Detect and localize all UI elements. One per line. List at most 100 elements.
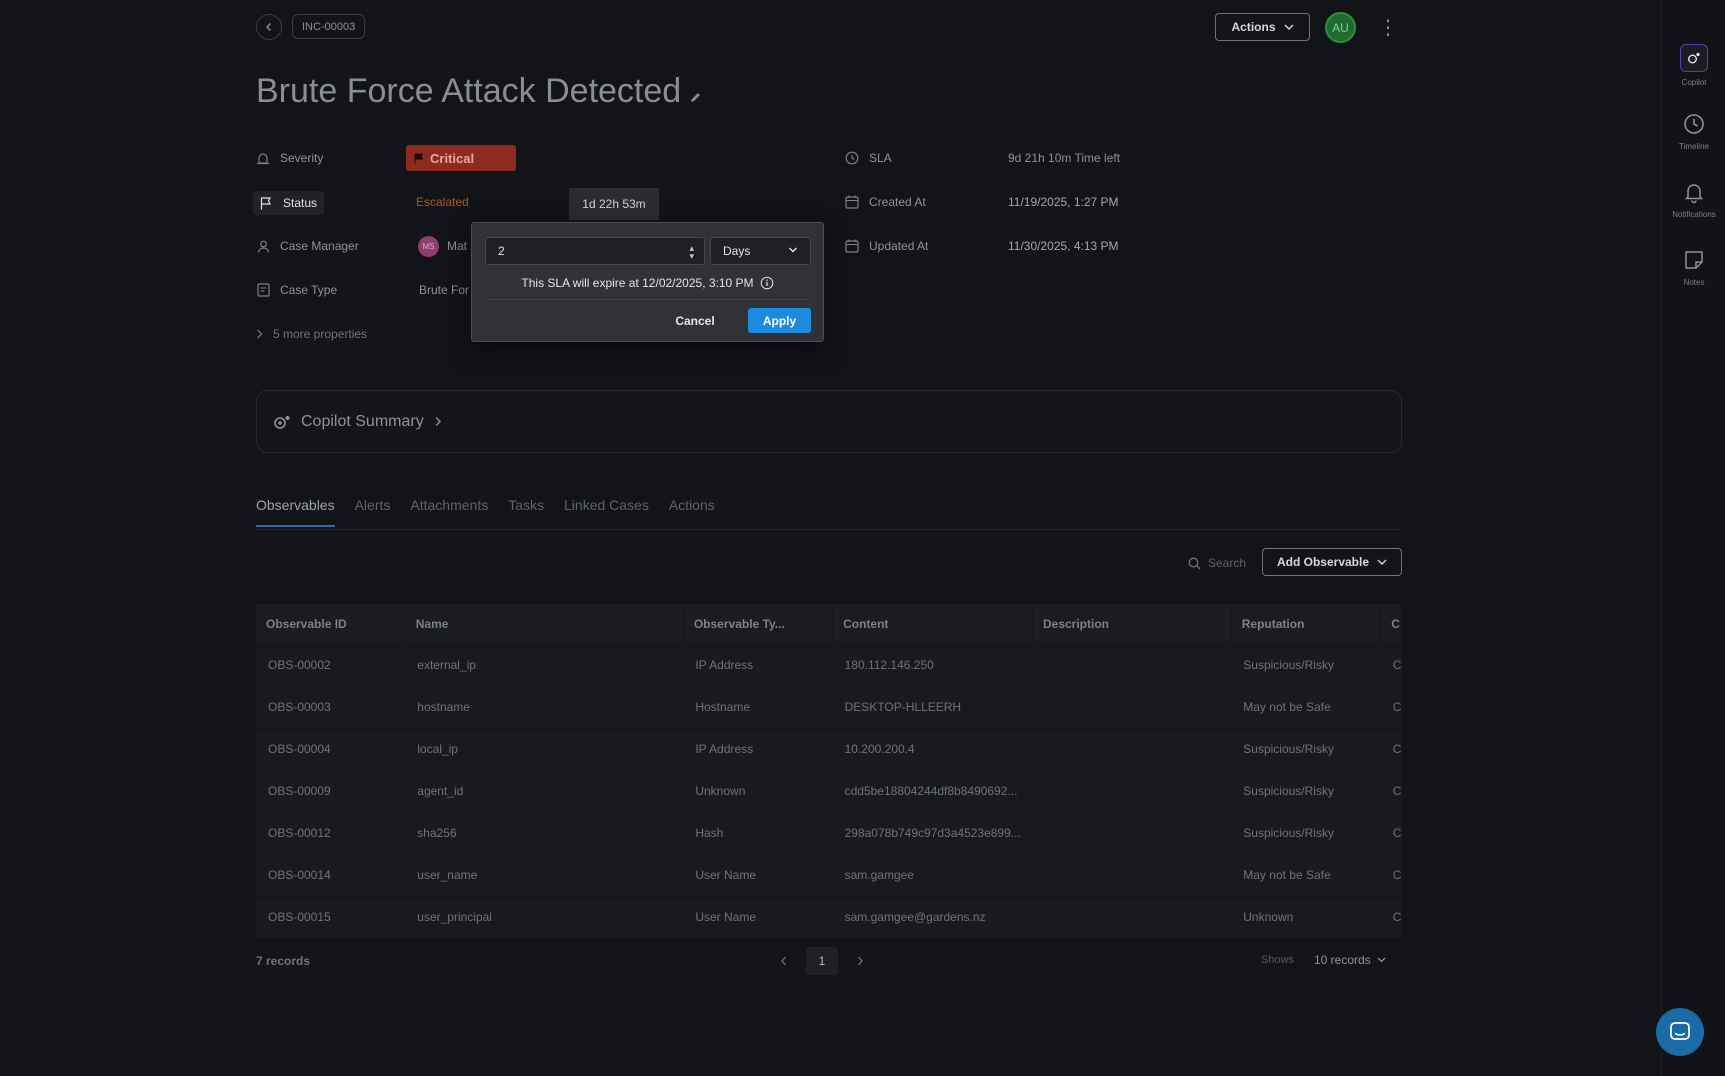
severity-badge[interactable]: Critical <box>406 145 516 171</box>
column-header[interactable]: Reputation <box>1231 604 1382 644</box>
table-row[interactable]: OBS-00002 external_ip IP Address 180.112.14… <box>256 643 1402 686</box>
cancel-button[interactable]: Cancel <box>672 308 718 334</box>
content-cell: 180.112.146.250 <box>832 643 1033 686</box>
table-row[interactable]: OBS-00004 local_ip IP Address 10.200.200.4 S… <box>256 727 1402 770</box>
chevron-right-icon <box>435 417 441 426</box>
document-icon <box>256 283 270 297</box>
main-content: INC-00003 Actions AU ⋮ Brute Force Attac… <box>0 0 1661 1076</box>
updated-at-label-text: Updated At <box>869 239 929 253</box>
observable-type-cell: Unknown <box>683 769 833 812</box>
updated-at-label: Updated At <box>845 239 928 253</box>
search-input[interactable]: Search <box>1188 556 1246 570</box>
sidebar-item-label: Notifications <box>1672 210 1716 219</box>
observable-id-cell: OBS-00014 <box>256 853 406 896</box>
more-menu-icon[interactable]: ⋮ <box>1378 14 1398 40</box>
observable-type-cell: User Name <box>683 853 833 896</box>
column-header[interactable]: Content <box>832 604 1033 644</box>
tab-linked-cases[interactable]: Linked Cases <box>564 497 649 527</box>
records-count: 7 records <box>256 954 311 968</box>
description-cell <box>1032 685 1232 728</box>
flag-outline-icon <box>259 196 273 210</box>
overflow-cell: C <box>1380 643 1402 686</box>
actions-button[interactable]: Actions <box>1215 13 1310 41</box>
actions-button-label: Actions <box>1231 20 1276 34</box>
column-header[interactable]: Name <box>405 604 684 644</box>
sidebar-item-label: Notes <box>1683 278 1705 287</box>
info-icon[interactable] <box>760 276 774 290</box>
column-header[interactable]: C <box>1380 604 1402 644</box>
case-type-label-text: Case Type <box>280 283 338 297</box>
clock-icon <box>845 151 859 165</box>
table-row[interactable]: OBS-00003 hostname Hostname DESKTOP-HLLEERH… <box>256 685 1402 728</box>
sidebar-item-timeline[interactable]: Timeline <box>1662 112 1725 151</box>
more-properties-label: 5 more properties <box>273 327 368 341</box>
observables-table: Observable ID Name Observable Ty... Cont… <box>256 604 1402 938</box>
column-header[interactable]: Description <box>1032 604 1232 644</box>
user-avatar[interactable]: AU <box>1325 12 1356 43</box>
page-button-current[interactable]: 1 <box>806 947 838 975</box>
overflow-cell: C <box>1380 769 1402 812</box>
reputation-cell: May not be Safe <box>1231 685 1381 728</box>
tab-alerts[interactable]: Alerts <box>355 497 391 527</box>
created-at-value: 11/19/2025, 1:27 PM <box>1008 195 1119 209</box>
table-row[interactable]: OBS-00014 user_name User Name sam.gamgee May… <box>256 853 1402 896</box>
copilot-summary-card[interactable]: Copilot Summary <box>256 390 1402 453</box>
next-page-icon[interactable] <box>856 956 864 966</box>
column-header[interactable]: Observable ID <box>256 604 406 644</box>
sla-value[interactable]: 9d 21h 10m Time left <box>1008 151 1120 165</box>
chevron-down-icon <box>1377 559 1387 565</box>
content-cell: sam.gamgee <box>832 853 1033 896</box>
table-row[interactable]: OBS-00015 user_principal User Name sam.gamg… <box>256 895 1402 938</box>
observable-id-cell: OBS-00012 <box>256 811 406 854</box>
table-row[interactable]: OBS-00012 sha256 Hash 298a078b749c97d3a4523… <box>256 811 1402 854</box>
chat-launcher-button[interactable] <box>1656 1008 1704 1056</box>
case-type-value[interactable]: Brute For <box>419 283 469 297</box>
sla-edit-popover: 2 ▴ ▾ Days This SLA will expire at 12/02/… <box>471 222 824 342</box>
apply-button[interactable]: Apply <box>748 308 811 333</box>
case-manager-label-text: Case Manager <box>280 239 359 253</box>
sidebar-item-copilot[interactable]: Copilot <box>1662 44 1725 87</box>
case-id-chip[interactable]: INC-00003 <box>292 14 366 39</box>
name-cell: user_name <box>405 853 684 896</box>
sla-unit-select[interactable]: Days <box>710 237 811 265</box>
case-manager-name[interactable]: Mat <box>447 239 467 253</box>
severity-value: Critical <box>430 150 475 166</box>
observable-id-cell: OBS-00004 <box>256 727 406 770</box>
sla-amount-input[interactable]: 2 ▴ ▾ <box>485 237 705 265</box>
prev-page-icon[interactable] <box>780 956 788 966</box>
more-properties-toggle[interactable]: 5 more properties <box>256 327 367 341</box>
created-at-label-text: Created At <box>869 195 926 209</box>
sidebar-item-label: Copilot <box>1681 78 1707 87</box>
add-observable-button[interactable]: Add Observable <box>1262 548 1402 576</box>
sidebar-item-label: Timeline <box>1679 142 1709 151</box>
edit-title-icon[interactable] <box>690 92 701 106</box>
overflow-cell: C <box>1380 853 1402 896</box>
table-row[interactable]: OBS-00009 agent_id Unknown cdd5be18804244df… <box>256 769 1402 812</box>
name-cell: external_ip <box>405 643 684 686</box>
tab-observables[interactable]: Observables <box>256 497 335 527</box>
sla-expiry-text: This SLA will expire at 12/02/2025, 3:10… <box>521 276 754 290</box>
reputation-cell: Suspicious/Risky <box>1231 727 1381 770</box>
tab-tasks[interactable]: Tasks <box>508 497 544 527</box>
sla-amount-value: 2 <box>498 244 505 258</box>
shows-label: Shows <box>1261 954 1295 966</box>
status-timer[interactable]: 1d 22h 53m <box>569 188 659 220</box>
chevron-left-icon <box>266 23 271 31</box>
back-button[interactable] <box>256 14 282 40</box>
per-page-select[interactable]: 10 records <box>1314 953 1386 967</box>
description-cell <box>1032 769 1232 812</box>
copilot-icon <box>1680 44 1708 72</box>
tab-actions[interactable]: Actions <box>669 497 715 527</box>
sidebar-item-notifications[interactable]: Notifications <box>1662 180 1725 219</box>
stepper-icon[interactable]: ▴ ▾ <box>689 244 694 261</box>
tab-bar: Observables Alerts Attachments Tasks Lin… <box>256 497 715 527</box>
bell-icon <box>1684 184 1704 204</box>
status-value[interactable]: Escalated <box>416 195 469 209</box>
table-header-row: Observable ID Name Observable Ty... Cont… <box>256 604 1402 644</box>
status-label: Status <box>253 191 325 215</box>
calendar-icon <box>845 195 859 209</box>
column-header[interactable]: Observable Ty... <box>683 604 834 644</box>
observable-type-cell: Hash <box>683 811 833 854</box>
tab-attachments[interactable]: Attachments <box>410 497 488 527</box>
sidebar-item-notes[interactable]: Notes <box>1662 248 1725 287</box>
